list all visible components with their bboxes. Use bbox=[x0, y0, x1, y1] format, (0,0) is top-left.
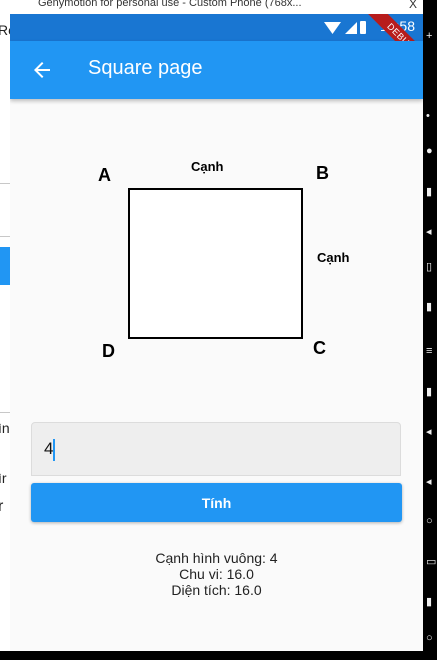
desktop-fragment: ìr bbox=[0, 470, 7, 486]
desktop-blue-bar bbox=[0, 247, 10, 285]
side-length-input[interactable] bbox=[32, 423, 400, 475]
text-caret bbox=[53, 439, 55, 461]
desktop-right-toolbar: + • ● ▮ ◂ ▯ ▮ ≡ ▮ ◂ ◂ ○ ▭ ▮ ○ bbox=[423, 0, 437, 660]
status-icons bbox=[323, 20, 367, 41]
results-panel: Cạnh hình vuông: 4 Chu vi: 16.0 Diện tíc… bbox=[10, 550, 423, 598]
page-title: Square page bbox=[88, 57, 203, 79]
back-arrow-icon[interactable] bbox=[30, 58, 54, 82]
result-perimeter: Chu vi: 16.0 bbox=[179, 566, 254, 582]
phone-screen: 12:58 DEBUG Square page A B C D Cạnh Cạn… bbox=[10, 14, 423, 651]
result-side: Cạnh hình vuông: 4 bbox=[155, 550, 278, 566]
corner-label-c: C bbox=[313, 338, 326, 358]
corner-label-b: B bbox=[316, 163, 329, 183]
result-area: Diện tích: 16.0 bbox=[171, 582, 262, 598]
app-bar: Square page bbox=[10, 41, 423, 99]
desktop-window-title: Genymotion for personal use - Custom Pho… bbox=[38, 0, 302, 9]
status-bar: 12:58 DEBUG bbox=[10, 14, 423, 71]
desktop-title-strip: Genymotion for personal use - Custom Pho… bbox=[0, 0, 437, 14]
calculate-button[interactable]: Tính bbox=[31, 483, 402, 522]
corner-label-d: D bbox=[102, 341, 115, 361]
desktop-fragment: ìn bbox=[0, 420, 10, 436]
side-label-top: Cạnh bbox=[191, 159, 224, 174]
bottom-bar bbox=[0, 651, 437, 660]
desktop-fragment: Re bbox=[0, 22, 10, 38]
desktop-fragment: r bbox=[0, 498, 4, 515]
square-diagram: A B C D Cạnh Cạnh bbox=[98, 159, 350, 361]
side-label-right: Cạnh bbox=[317, 250, 350, 265]
corner-label-a: A bbox=[98, 165, 111, 185]
side-length-field[interactable] bbox=[31, 422, 401, 476]
desktop-close-icon[interactable]: X bbox=[409, 0, 417, 11]
desktop-left-background: Re ìn ìr r bbox=[0, 0, 10, 660]
